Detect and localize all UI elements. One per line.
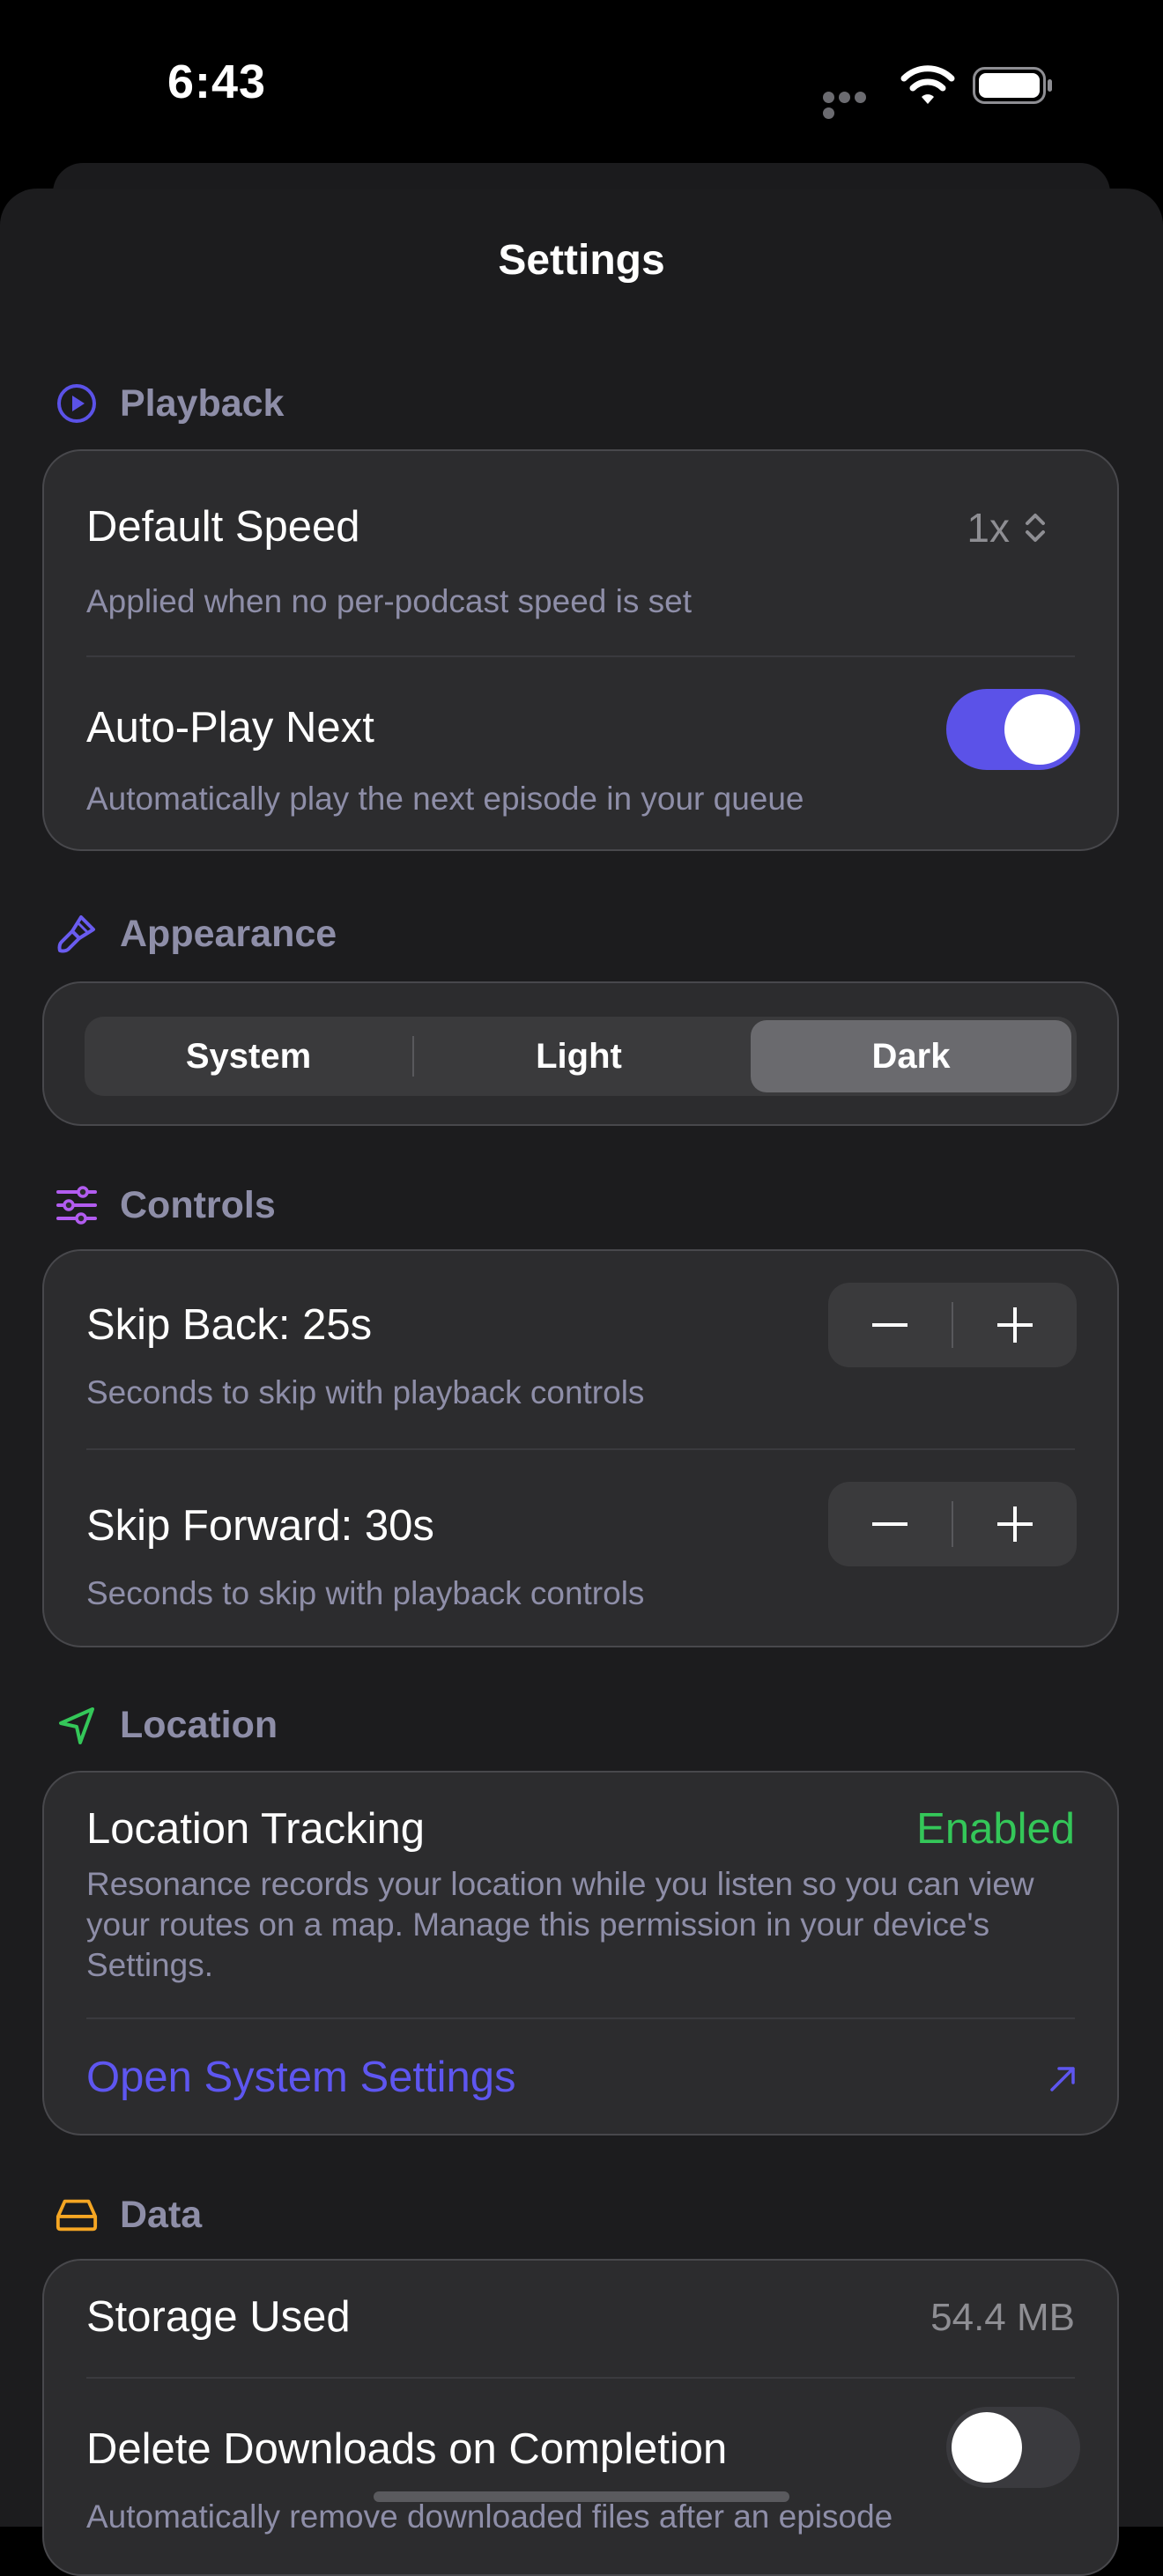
storage-used-label: Storage Used xyxy=(86,2293,351,2341)
cellular-signal-icon xyxy=(823,92,885,119)
delete-downloads-subtitle: Automatically remove downloaded files af… xyxy=(86,2498,893,2535)
appearance-segmented-control: System Light Dark xyxy=(85,1017,1077,1096)
storage-drive-icon xyxy=(55,2193,99,2237)
plus-icon xyxy=(997,1307,1033,1343)
default-speed-value: 1x xyxy=(967,505,1010,551)
section-title: Location xyxy=(120,1703,278,1746)
skip-back-label: Skip Back: 25s xyxy=(86,1301,373,1349)
playback-card: Default Speed 1x Applied when no per-pod… xyxy=(42,449,1119,851)
play-circle-icon xyxy=(55,381,99,426)
plus-icon xyxy=(997,1506,1033,1542)
appearance-card: System Light Dark xyxy=(42,981,1119,1126)
divider xyxy=(86,2377,1075,2379)
arrow-up-right-icon[interactable] xyxy=(1048,2065,1077,2093)
skip-back-stepper xyxy=(828,1283,1077,1367)
storage-used-value: 54.4 MB xyxy=(930,2296,1075,2339)
location-tracking-label: Location Tracking xyxy=(86,1805,426,1853)
status-time: 6:43 xyxy=(167,56,267,108)
segment-system[interactable]: System xyxy=(85,1017,412,1096)
autoplay-toggle[interactable] xyxy=(946,689,1080,770)
section-title: Controls xyxy=(120,1183,276,1226)
autoplay-label: Auto-Play Next xyxy=(86,704,374,751)
location-status-text: Enabled xyxy=(916,1805,1075,1853)
skip-back-decrement-button[interactable] xyxy=(828,1283,952,1367)
section-title: Data xyxy=(120,2193,203,2236)
section-header-location: Location xyxy=(55,1699,278,1751)
default-speed-label: Default Speed xyxy=(86,503,360,551)
controls-card: Skip Back: 25s Seconds to skip with play… xyxy=(42,1249,1119,1647)
default-speed-picker[interactable]: 1x xyxy=(967,504,1048,551)
status-bar: 6:43 xyxy=(0,0,1163,167)
divider xyxy=(86,2017,1075,2019)
skip-forward-subtitle: Seconds to skip with playback controls xyxy=(86,1575,645,1611)
delete-downloads-toggle[interactable] xyxy=(946,2407,1080,2488)
segment-light[interactable]: Light xyxy=(414,1017,744,1096)
section-title: Appearance xyxy=(120,912,337,955)
skip-back-increment-button[interactable] xyxy=(953,1283,1077,1367)
minus-icon xyxy=(872,1522,907,1526)
minus-icon xyxy=(872,1323,907,1327)
location-card: Location Tracking Enabled Resonance reco… xyxy=(42,1771,1119,2136)
battery-icon xyxy=(973,67,1052,104)
wifi-icon xyxy=(900,65,955,104)
default-speed-subtitle: Applied when no per-podcast speed is set xyxy=(86,583,692,619)
segment-dark[interactable]: Dark xyxy=(751,1020,1071,1092)
skip-forward-label: Skip Forward: 30s xyxy=(86,1502,434,1550)
sliders-icon xyxy=(55,1183,99,1227)
section-header-controls: Controls xyxy=(55,1179,276,1232)
page-title: Settings xyxy=(498,237,665,284)
location-description: Resonance records your location while yo… xyxy=(86,1866,1034,1983)
divider xyxy=(86,1448,1075,1450)
autoplay-subtitle: Automatically play the next episode in y… xyxy=(86,781,804,817)
home-indicator xyxy=(374,2491,789,2502)
section-header-appearance: Appearance xyxy=(55,907,337,960)
section-title: Playback xyxy=(120,381,285,425)
divider xyxy=(86,655,1075,657)
skip-back-subtitle: Seconds to skip with playback controls xyxy=(86,1374,645,1410)
location-arrow-icon xyxy=(55,1703,99,1747)
data-card: Storage Used 54.4 MB Delete Downloads on… xyxy=(42,2259,1119,2576)
skip-forward-decrement-button[interactable] xyxy=(828,1482,952,1566)
delete-downloads-label: Delete Downloads on Completion xyxy=(86,2425,728,2473)
open-system-settings-link[interactable]: Open System Settings xyxy=(86,2053,516,2102)
skip-forward-increment-button[interactable] xyxy=(953,1482,1077,1566)
paintbrush-icon xyxy=(55,912,99,956)
chevron-up-down-icon xyxy=(1026,514,1045,542)
section-header-playback: Playback xyxy=(55,377,284,430)
skip-forward-stepper xyxy=(828,1482,1077,1566)
section-header-data: Data xyxy=(55,2188,202,2241)
